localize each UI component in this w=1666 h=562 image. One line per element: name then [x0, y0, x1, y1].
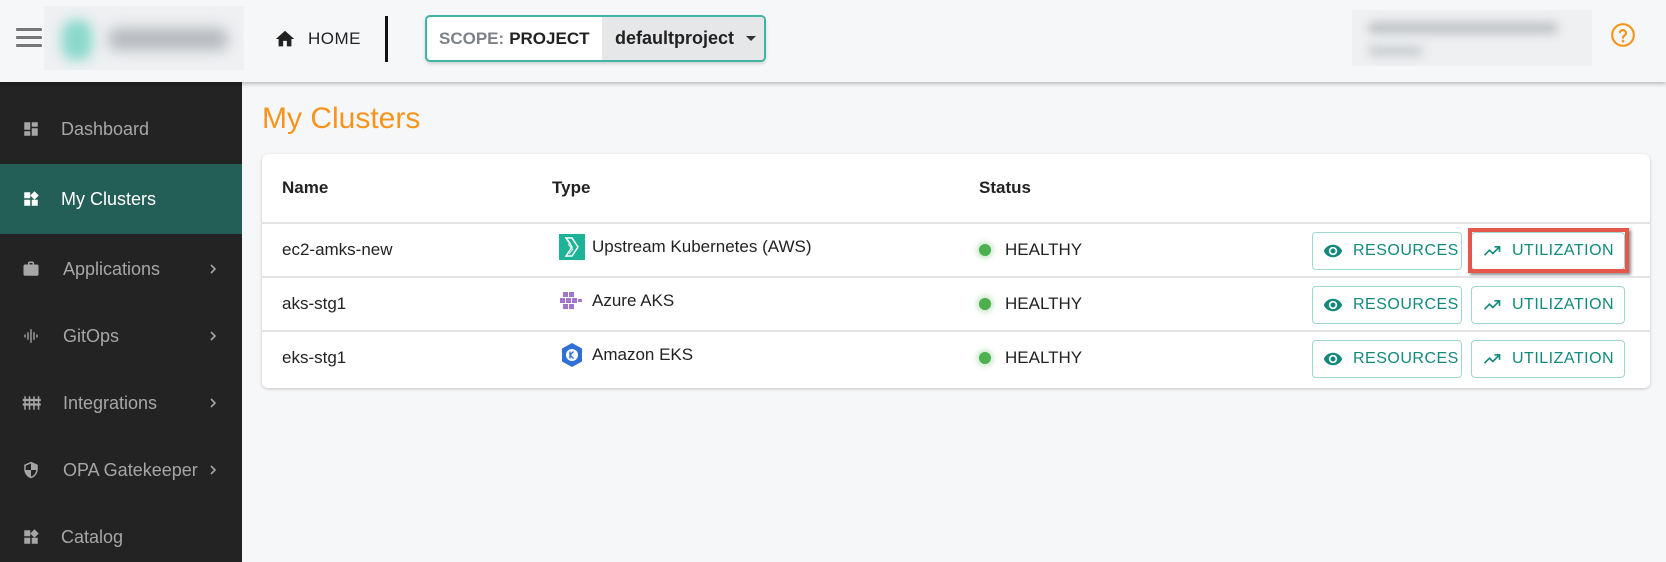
sidebar-item-label: OPA Gatekeeper	[63, 459, 198, 480]
status-badge: HEALTHY	[979, 294, 1082, 314]
sidebar-item-label: Dashboard	[61, 118, 150, 139]
chevron-right-icon	[210, 331, 217, 341]
cluster-name[interactable]: ec2-amks-new	[282, 240, 393, 260]
sidebar-item-label: Catalog	[61, 526, 124, 547]
sidebar-item-label: GitOps	[63, 325, 120, 346]
sidebar-item-catalog[interactable]: Catalog	[0, 502, 242, 562]
sidebar-item-my-clusters[interactable]: My Clusters	[0, 164, 242, 234]
trending-up-icon	[1483, 300, 1501, 310]
briefcase-icon	[20, 258, 42, 280]
sidebar-item-integrations[interactable]: Integrations	[0, 368, 242, 438]
widgets-icon	[20, 526, 42, 548]
azure-aks-icon	[559, 288, 585, 314]
cluster-type: Amazon EKS	[559, 342, 693, 368]
column-header-status[interactable]: Status	[979, 178, 1031, 198]
sidebar-item-dashboard[interactable]: Dashboard	[0, 94, 242, 164]
column-header-name[interactable]: Name	[282, 178, 328, 198]
shield-icon	[20, 459, 42, 481]
scope-label: SCOPE: PROJECT	[427, 17, 602, 60]
hamburger-menu-icon[interactable]	[16, 28, 42, 48]
clusters-table: Name Type Status ec2-amks-new Upstream K…	[262, 154, 1650, 388]
cluster-type: Azure AKS	[559, 288, 674, 314]
page-title: My Clusters	[262, 102, 421, 135]
utilization-button[interactable]: UTILIZATION	[1471, 286, 1625, 324]
utilization-label: UTILIZATION	[1512, 296, 1615, 313]
trending-up-icon	[1483, 354, 1501, 364]
utilization-label: UTILIZATION	[1512, 350, 1615, 367]
project-dropdown[interactable]: defaultproject	[602, 17, 764, 60]
widgets-icon	[20, 188, 42, 210]
cluster-type-label: Azure AKS	[592, 291, 675, 310]
upstream-kubernetes-icon	[559, 234, 585, 260]
healthy-status-dot	[979, 244, 991, 256]
sidebar: Dashboard My Clusters Applications GitOp…	[0, 82, 242, 562]
resources-label: RESOURCES	[1353, 350, 1459, 367]
table-row: ec2-amks-new Upstream Kubernetes (AWS) H…	[262, 224, 1650, 276]
sidebar-item-label: Applications	[63, 258, 161, 279]
status-label: HEALTHY	[1005, 294, 1083, 313]
logo[interactable]	[44, 6, 244, 70]
cluster-type-label: Amazon EKS	[592, 345, 694, 364]
sliders-icon	[20, 392, 42, 414]
user-menu[interactable]	[1352, 10, 1592, 66]
home-icon	[275, 30, 295, 47]
status-badge: HEALTHY	[979, 240, 1082, 260]
eye-icon	[1323, 352, 1343, 366]
help-circle-icon[interactable]	[1610, 22, 1636, 48]
waveform-icon	[20, 325, 42, 347]
scope-type: PROJECT	[509, 28, 590, 48]
healthy-status-dot	[979, 298, 991, 310]
resources-button[interactable]: RESOURCES	[1312, 232, 1462, 270]
scope-prefix: SCOPE:	[439, 28, 505, 48]
resources-label: RESOURCES	[1353, 242, 1459, 259]
cluster-name[interactable]: aks-stg1	[282, 294, 346, 314]
top-header: HOME SCOPE: PROJECT defaultproject	[0, 0, 1666, 82]
status-badge: HEALTHY	[979, 348, 1082, 368]
caret-down-icon	[746, 36, 757, 41]
resources-label: RESOURCES	[1353, 296, 1459, 313]
scope-selector[interactable]: SCOPE: PROJECT defaultproject	[425, 15, 766, 62]
utilization-label: UTILIZATION	[1512, 242, 1615, 259]
home-label: HOME	[308, 29, 361, 48]
column-header-type[interactable]: Type	[552, 178, 590, 198]
chevron-right-icon	[210, 264, 217, 274]
sidebar-item-label: Integrations	[63, 392, 158, 413]
cluster-name[interactable]: eks-stg1	[282, 348, 346, 368]
cluster-type-label: Upstream Kubernetes (AWS)	[592, 237, 812, 256]
table-row: eks-stg1 Amazon EKS HEALTHY RESOURCES UT…	[262, 332, 1650, 384]
sidebar-item-opa-gatekeeper[interactable]: OPA Gatekeeper	[0, 435, 242, 505]
table-row: aks-stg1 Azure AKS HEALTHY RESOURCES UTI…	[262, 278, 1650, 330]
utilization-button[interactable]: UTILIZATION	[1471, 340, 1625, 378]
chevron-right-icon	[210, 398, 217, 408]
cluster-type: Upstream Kubernetes (AWS)	[559, 234, 812, 260]
selected-project: defaultproject	[615, 28, 735, 48]
healthy-status-dot	[979, 352, 991, 364]
trending-up-icon	[1483, 246, 1501, 256]
dashboard-icon	[20, 118, 42, 140]
resources-button[interactable]: RESOURCES	[1312, 286, 1462, 324]
sidebar-item-applications[interactable]: Applications	[0, 234, 242, 304]
chevron-right-icon	[210, 465, 217, 475]
sidebar-item-gitops[interactable]: GitOps	[0, 301, 242, 371]
eye-icon	[1323, 244, 1343, 258]
header-divider	[385, 16, 388, 62]
amazon-eks-icon	[559, 342, 585, 368]
status-label: HEALTHY	[1005, 240, 1083, 259]
resources-button[interactable]: RESOURCES	[1312, 340, 1462, 378]
sidebar-item-label: My Clusters	[61, 188, 157, 209]
eye-icon	[1323, 298, 1343, 312]
utilization-button[interactable]: UTILIZATION	[1471, 232, 1625, 270]
home-link[interactable]: HOME	[274, 24, 361, 54]
status-label: HEALTHY	[1005, 348, 1083, 367]
